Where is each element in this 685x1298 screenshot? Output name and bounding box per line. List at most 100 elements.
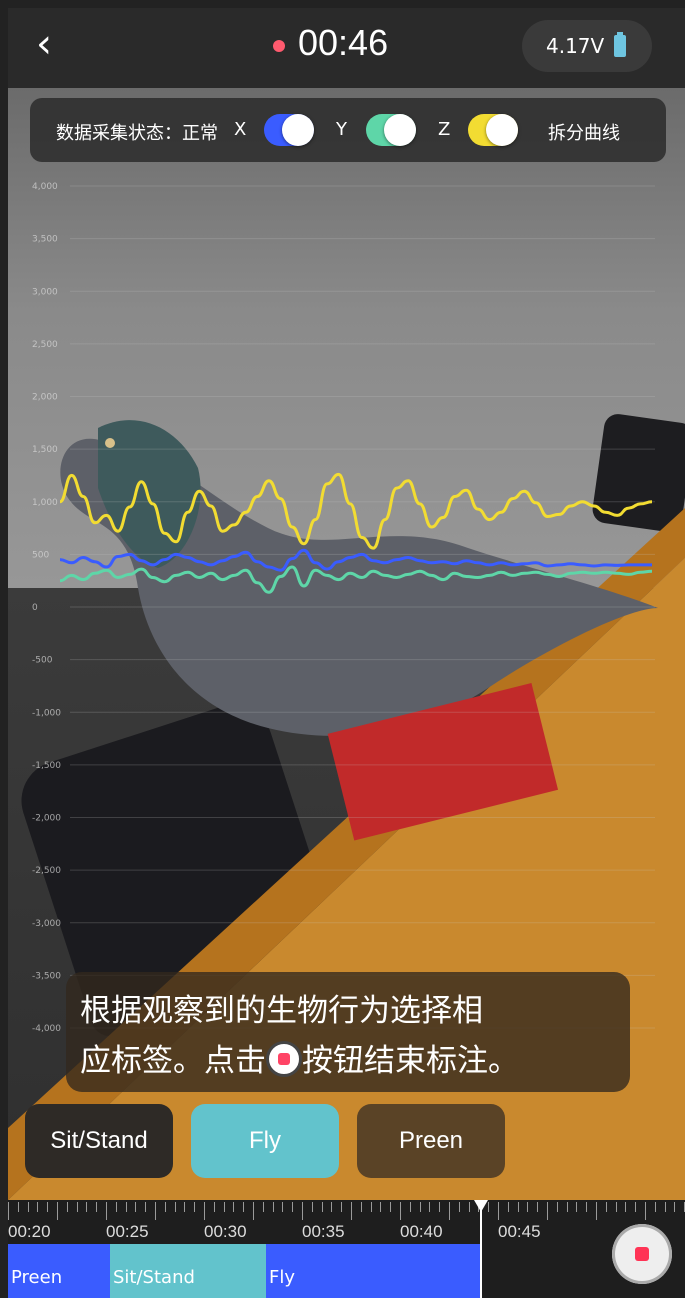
label-button-fly[interactable]: Fly	[191, 1104, 339, 1178]
y-label: Y	[336, 119, 347, 140]
timeline-tick	[76, 1202, 78, 1212]
recording-timer: 00:46	[298, 22, 389, 63]
hint-line-2b: 按钮结束标注。	[302, 1043, 519, 1079]
pigeon-eye	[105, 438, 115, 448]
timeline-tick	[507, 1202, 509, 1212]
timeline-tick	[596, 1202, 597, 1220]
y-toggle[interactable]	[366, 114, 416, 146]
timeline-tick	[654, 1202, 656, 1212]
timeline-tick	[635, 1202, 637, 1212]
timeline-tick	[429, 1202, 431, 1212]
timeline-tick	[615, 1202, 617, 1212]
timeline-tick	[341, 1202, 343, 1212]
timeline-tick	[400, 1202, 401, 1220]
label-button-preen[interactable]: Preen	[357, 1104, 505, 1178]
split-curve-button[interactable]: 拆分曲线	[548, 119, 620, 145]
stop-record-icon	[266, 1041, 302, 1077]
timeline-tick	[449, 1202, 450, 1220]
hint-line-2: 应标签。点击 按钮结束标注。	[80, 1036, 616, 1086]
timeline-tick	[370, 1202, 372, 1212]
timeline-tick	[204, 1202, 205, 1220]
timeline-tick	[311, 1202, 313, 1212]
timeline-tick	[586, 1202, 588, 1212]
toggle-knob	[384, 114, 416, 146]
timeline-time-label: 00:25	[106, 1222, 149, 1241]
timeline-tick	[488, 1202, 490, 1212]
z-toggle[interactable]	[468, 114, 518, 146]
toggle-knob	[282, 114, 314, 146]
timeline-tick	[321, 1202, 323, 1212]
timeline-tick	[57, 1202, 58, 1220]
timeline-tick	[282, 1202, 284, 1212]
timeline-tick	[37, 1202, 39, 1212]
timeline-tick	[498, 1202, 499, 1220]
timeline-tick	[155, 1202, 156, 1220]
timeline-tick	[213, 1202, 215, 1212]
top-bar: ‹ 00:46 4.17V	[8, 8, 685, 88]
timeline-tick	[233, 1202, 235, 1212]
timeline-tick	[331, 1202, 333, 1212]
timeline-tick	[125, 1202, 127, 1212]
timeline-tick	[302, 1202, 303, 1220]
timeline-time-label: 00:45	[498, 1222, 541, 1241]
timeline-tick	[576, 1202, 578, 1212]
label-button-sit-stand[interactable]: Sit/Stand	[25, 1104, 173, 1178]
timeline-tick	[390, 1202, 392, 1212]
app-root: 4,000 3,500 3,000 2,500 2,000 1,500 1,000 500 0-…	[0, 0, 685, 1298]
timeline-tick	[419, 1202, 421, 1212]
timeline-tick	[223, 1202, 225, 1212]
timeline-tick	[253, 1202, 254, 1220]
timeline-tick	[243, 1202, 245, 1212]
timeline-tick	[66, 1202, 68, 1212]
toggle-knob	[486, 114, 518, 146]
timeline-time-label: 00:35	[302, 1222, 345, 1241]
timeline-tick	[194, 1202, 196, 1212]
timeline-segment-fly[interactable]: Fly	[266, 1244, 480, 1298]
timeline-tick	[27, 1202, 29, 1212]
battery-icon	[614, 32, 626, 57]
timeline-playhead[interactable]	[474, 1200, 488, 1298]
timeline-tick	[537, 1202, 539, 1212]
timeline-tick	[174, 1202, 176, 1212]
timeline-tick	[439, 1202, 441, 1212]
x-toggle[interactable]	[264, 114, 314, 146]
stop-record-button[interactable]	[612, 1224, 672, 1284]
timeline-time-label: 00:20	[8, 1222, 51, 1241]
timeline-tick	[47, 1202, 49, 1212]
timeline-tick	[409, 1202, 411, 1212]
timeline[interactable]: 00:20 00:25 00:30 00:35 00:40 00:45 Pree…	[8, 1200, 685, 1298]
timeline-tick	[106, 1202, 107, 1220]
timeline-tick	[674, 1202, 676, 1212]
back-icon[interactable]: ‹	[36, 22, 80, 66]
timeline-tick	[184, 1202, 186, 1212]
timeline-segment-preen[interactable]: Preen	[8, 1244, 110, 1298]
timeline-tick	[272, 1202, 274, 1212]
timeline-tick	[605, 1202, 607, 1212]
hint-line-1: 根据观察到的生物行为选择相	[80, 993, 483, 1029]
timeline-time-label: 00:40	[400, 1222, 443, 1241]
timeline-tick	[145, 1202, 147, 1212]
timeline-tick	[135, 1202, 137, 1212]
recording-dot-icon	[273, 40, 285, 52]
timeline-tick	[351, 1202, 352, 1220]
timeline-segment-sit-stand[interactable]: Sit/Stand	[110, 1244, 266, 1298]
timeline-tick	[566, 1202, 568, 1212]
timeline-tick	[115, 1202, 117, 1212]
timeline-tick	[645, 1202, 646, 1220]
timeline-tick	[664, 1202, 666, 1212]
timeline-tick	[86, 1202, 88, 1212]
timeline-tick	[292, 1202, 294, 1212]
timeline-tick	[517, 1202, 519, 1212]
timeline-tick	[556, 1202, 558, 1212]
timeline-time-label: 00:30	[204, 1222, 247, 1241]
timeline-tick	[380, 1202, 382, 1212]
timeline-tick	[458, 1202, 460, 1212]
battery-voltage: 4.17V	[546, 34, 605, 58]
timeline-tick	[8, 1202, 9, 1220]
collection-status-bar: 数据采集状态：正常 X Y Z 拆分曲线	[30, 98, 666, 162]
status-label: 数据采集状态：正常	[56, 123, 218, 144]
battery-indicator: 4.17V	[522, 20, 652, 72]
instruction-hint: 根据观察到的生物行为选择相 应标签。点击 按钮结束标注。	[66, 972, 630, 1092]
timeline-tick	[262, 1202, 264, 1212]
x-label: X	[234, 119, 247, 140]
